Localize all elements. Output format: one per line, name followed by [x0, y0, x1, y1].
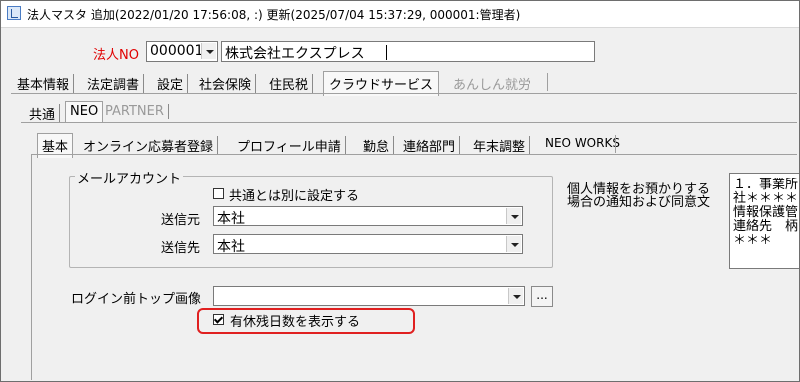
tab-anshin-work[interactable]: あんしん就労 — [453, 74, 531, 93]
main-tab-baseline — [11, 93, 797, 94]
separate-setting-checkbox[interactable] — [213, 188, 224, 199]
sender-select[interactable]: 本社 — [213, 206, 523, 227]
chevron-down-icon[interactable] — [201, 43, 216, 59]
paid-leave-label: 有休残日数を表示する — [230, 315, 361, 330]
neo-tab-end-divider — [615, 135, 616, 153]
neo-panel-left-edge — [31, 154, 32, 380]
login-image-label: ログイン前トップ画像 — [71, 292, 202, 307]
chevron-down-icon[interactable] — [506, 208, 521, 224]
tab-common[interactable]: 共通 — [29, 104, 61, 123]
chevron-down-icon[interactable] — [506, 236, 521, 252]
browse-button[interactable]: ... — [531, 286, 553, 307]
privacy-label-line2: 場合の通知および同意文 — [567, 195, 711, 210]
mail-account-group-label: メールアカウント — [75, 168, 184, 187]
company-no-select[interactable]: 000001 — [146, 41, 218, 62]
sender-value: 本社 — [217, 211, 245, 227]
recipient-value: 本社 — [217, 239, 245, 255]
app-icon — [7, 6, 21, 20]
tab-resident-tax[interactable]: 住民税 — [269, 74, 314, 93]
privacy-textarea[interactable]: １．事業所 社＊＊＊＊ 情報保護管 連絡先 柄 ＊＊＊ — [729, 173, 799, 269]
tab-year-end[interactable]: 年末調整 — [473, 136, 531, 155]
tab-partner[interactable]: PARTNER — [105, 104, 169, 119]
company-name-value: 株式会社エクスプレス — [225, 46, 365, 62]
company-no-label: 法人NO — [93, 48, 139, 63]
window-frame: 法人マスタ 追加(2022/01/20 17:56:08, :) 更新(2025… — [0, 0, 800, 382]
separate-setting-label: 共通とは別に設定する — [229, 189, 360, 204]
company-name-field[interactable]: 株式会社エクスプレス — [221, 41, 595, 62]
window-title: 法人マスタ 追加(2022/01/20 17:56:08, :) 更新(2025… — [27, 8, 521, 22]
tab-basic-info[interactable]: 基本情報 — [17, 74, 75, 93]
paid-leave-checkbox[interactable] — [213, 314, 224, 325]
company-no-value: 000001 — [150, 43, 204, 59]
tab-settings[interactable]: 設定 — [157, 74, 189, 93]
tab-online-applicant[interactable]: オンライン応募者登録 — [83, 136, 219, 155]
tab-attendance[interactable]: 勤怠 — [363, 136, 395, 155]
cloud-tab-baseline — [21, 122, 797, 123]
recipient-label: 送信先 — [161, 241, 201, 256]
tab-statutory-report[interactable]: 法定調書 — [87, 74, 145, 93]
tab-social-insurance[interactable]: 社会保険 — [199, 74, 257, 93]
login-image-select[interactable] — [213, 286, 525, 306]
sender-label: 送信元 — [161, 213, 201, 228]
text-caret — [386, 45, 387, 60]
tab-profile-request[interactable]: プロフィール申請 — [237, 136, 346, 155]
tab-end-divider — [547, 73, 548, 91]
recipient-select[interactable]: 本社 — [213, 234, 523, 255]
title-bar: 法人マスタ 追加(2022/01/20 17:56:08, :) 更新(2025… — [1, 1, 799, 28]
neo-tab-baseline — [31, 154, 797, 155]
tab-neo-works[interactable]: NEO WORKS — [545, 136, 620, 150]
chevron-down-icon[interactable] — [508, 288, 523, 304]
tab-contact-dept[interactable]: 連絡部門 — [403, 136, 461, 155]
check-icon — [213, 314, 224, 324]
tab-neo[interactable]: NEO — [65, 101, 104, 122]
privacy-text: １．事業所 社＊＊＊＊ 情報保護管 連絡先 柄 ＊＊＊ — [733, 178, 799, 248]
